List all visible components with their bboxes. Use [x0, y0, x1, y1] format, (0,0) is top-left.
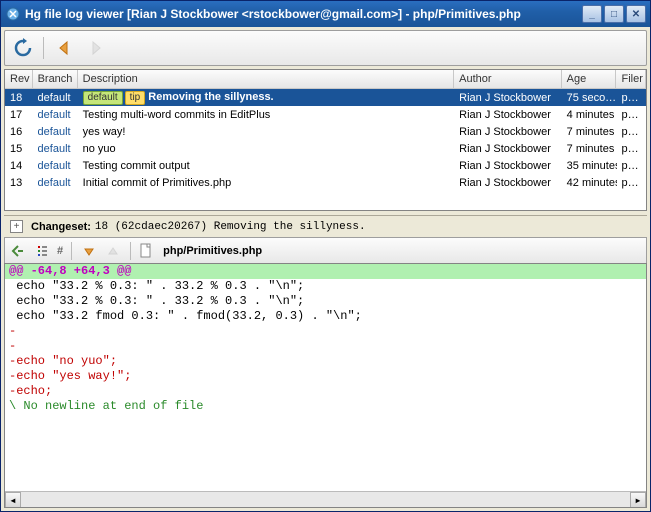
changeset-bar: + Changeset: 18 (62cdaec20267) Removing … [4, 215, 647, 237]
changeset-text: 18 (62cdaec20267) Removing the sillyness… [95, 221, 366, 233]
diff-line: echo "33.2 % 0.3: " . 33.2 % 0.3 . "\n"; [5, 294, 646, 309]
hash-icon[interactable]: # [57, 245, 63, 257]
th-filer[interactable]: Filer [616, 70, 646, 88]
expand-button[interactable]: + [10, 220, 23, 233]
app-window: Hg file log viewer [Rian J Stockbower <r… [0, 0, 651, 512]
scroll-track[interactable] [21, 492, 630, 507]
tip-tag: tip [125, 91, 146, 105]
cell-rev: 15 [5, 142, 33, 156]
cell-branch: default [33, 142, 78, 156]
cell-branch: default [33, 91, 78, 105]
cell-filer: p… [617, 159, 647, 173]
th-description[interactable]: Description [78, 70, 454, 88]
table-body: 18defaultdefaulttip Removing the sillyne… [5, 89, 646, 191]
back-button[interactable] [52, 36, 76, 60]
table-header: Rev Branch Description Author Age Filer [5, 70, 646, 89]
minimize-button[interactable]: _ [582, 5, 602, 23]
cell-branch: default [33, 176, 78, 190]
diff-up-button[interactable] [104, 242, 122, 260]
cell-age: 4 minutes [562, 108, 617, 122]
cell-author: Rian J Stockbower [454, 125, 561, 139]
diff-view[interactable]: @@ -64,8 +64,3 @@ echo "33.2 % 0.3: " . … [4, 263, 647, 508]
diff-line: \ No newline at end of file [5, 399, 646, 414]
cell-branch: default [33, 108, 78, 122]
cell-desc: defaulttip Removing the sillyness. [78, 90, 455, 106]
horizontal-scrollbar[interactable]: ◂ ▸ [5, 491, 646, 507]
maximize-button[interactable]: □ [604, 5, 624, 23]
refresh-button[interactable] [11, 36, 35, 60]
cell-rev: 18 [5, 91, 33, 105]
scroll-right-arrow[interactable]: ▸ [630, 492, 646, 508]
diff-marks-button[interactable] [33, 242, 51, 260]
cell-author: Rian J Stockbower [454, 176, 561, 190]
cell-age: 75 seco… [562, 91, 617, 105]
table-row[interactable]: 13defaultInitial commit of Primitives.ph… [5, 174, 646, 191]
cell-branch: default [33, 159, 78, 173]
cell-author: Rian J Stockbower [454, 159, 561, 173]
cell-author: Rian J Stockbower [454, 142, 561, 156]
diff-line: echo "33.2 fmod 0.3: " . fmod(33.2, 0.3)… [5, 309, 646, 324]
commit-table: Rev Branch Description Author Age Filer … [4, 69, 647, 211]
cell-desc: yes way! [78, 125, 455, 139]
separator [71, 242, 72, 260]
diff-toolbar: # php/Primitives.php [4, 237, 647, 263]
table-row[interactable]: 15defaultno yuoRian J Stockbower7 minute… [5, 140, 646, 157]
cell-filer: p… [617, 91, 647, 105]
close-button[interactable]: ✕ [626, 5, 646, 23]
file-icon [139, 243, 153, 259]
diff-line: - [5, 324, 646, 339]
diff-line: -echo; [5, 384, 646, 399]
cell-desc: no yuo [78, 142, 455, 156]
separator [130, 242, 131, 260]
diff-line: - [5, 339, 646, 354]
titlebar[interactable]: Hg file log viewer [Rian J Stockbower <r… [1, 1, 650, 27]
cell-filer: p… [617, 108, 647, 122]
cell-rev: 14 [5, 159, 33, 173]
cell-desc: Testing commit output [78, 159, 455, 173]
diff-file-path: php/Primitives.php [163, 245, 262, 257]
diff-down-button[interactable] [80, 242, 98, 260]
cell-age: 42 minutes [562, 176, 617, 190]
cell-rev: 13 [5, 176, 33, 190]
cell-filer: p… [617, 176, 647, 190]
cell-author: Rian J Stockbower [454, 91, 561, 105]
cell-branch: default [33, 125, 78, 139]
cell-rev: 17 [5, 108, 33, 122]
cell-desc: Testing multi-word commits in EditPlus [78, 108, 455, 122]
table-row[interactable]: 18defaultdefaulttip Removing the sillyne… [5, 89, 646, 106]
th-branch[interactable]: Branch [33, 70, 78, 88]
window-title: Hg file log viewer [Rian J Stockbower <r… [25, 7, 582, 21]
diff-prev-button[interactable] [9, 242, 27, 260]
diff-line: -echo "no yuo"; [5, 354, 646, 369]
separator [43, 37, 44, 59]
diff-line: echo "33.2 % 0.3: " . 33.2 % 0.3 . "\n"; [5, 279, 646, 294]
cell-age: 7 minutes [562, 142, 617, 156]
table-row[interactable]: 17defaultTesting multi-word commits in E… [5, 106, 646, 123]
forward-button[interactable] [84, 36, 108, 60]
cell-filer: p… [617, 142, 647, 156]
cell-author: Rian J Stockbower [454, 108, 561, 122]
cell-rev: 16 [5, 125, 33, 139]
th-author[interactable]: Author [454, 70, 561, 88]
main-toolbar [4, 30, 647, 66]
app-icon [5, 6, 21, 22]
th-rev[interactable]: Rev [5, 70, 33, 88]
table-row[interactable]: 14defaultTesting commit outputRian J Sto… [5, 157, 646, 174]
cell-desc: Initial commit of Primitives.php [78, 176, 455, 190]
diff-line: -echo "yes way!"; [5, 369, 646, 384]
table-row[interactable]: 16defaultyes way!Rian J Stockbower7 minu… [5, 123, 646, 140]
diff-line: @@ -64,8 +64,3 @@ [5, 264, 646, 279]
th-age[interactable]: Age [562, 70, 617, 88]
branch-tag: default [83, 91, 123, 105]
cell-age: 35 minutes [562, 159, 617, 173]
cell-age: 7 minutes [562, 125, 617, 139]
changeset-label: Changeset: [31, 221, 91, 233]
scroll-left-arrow[interactable]: ◂ [5, 492, 21, 508]
window-controls: _ □ ✕ [582, 5, 646, 23]
cell-filer: p… [617, 125, 647, 139]
